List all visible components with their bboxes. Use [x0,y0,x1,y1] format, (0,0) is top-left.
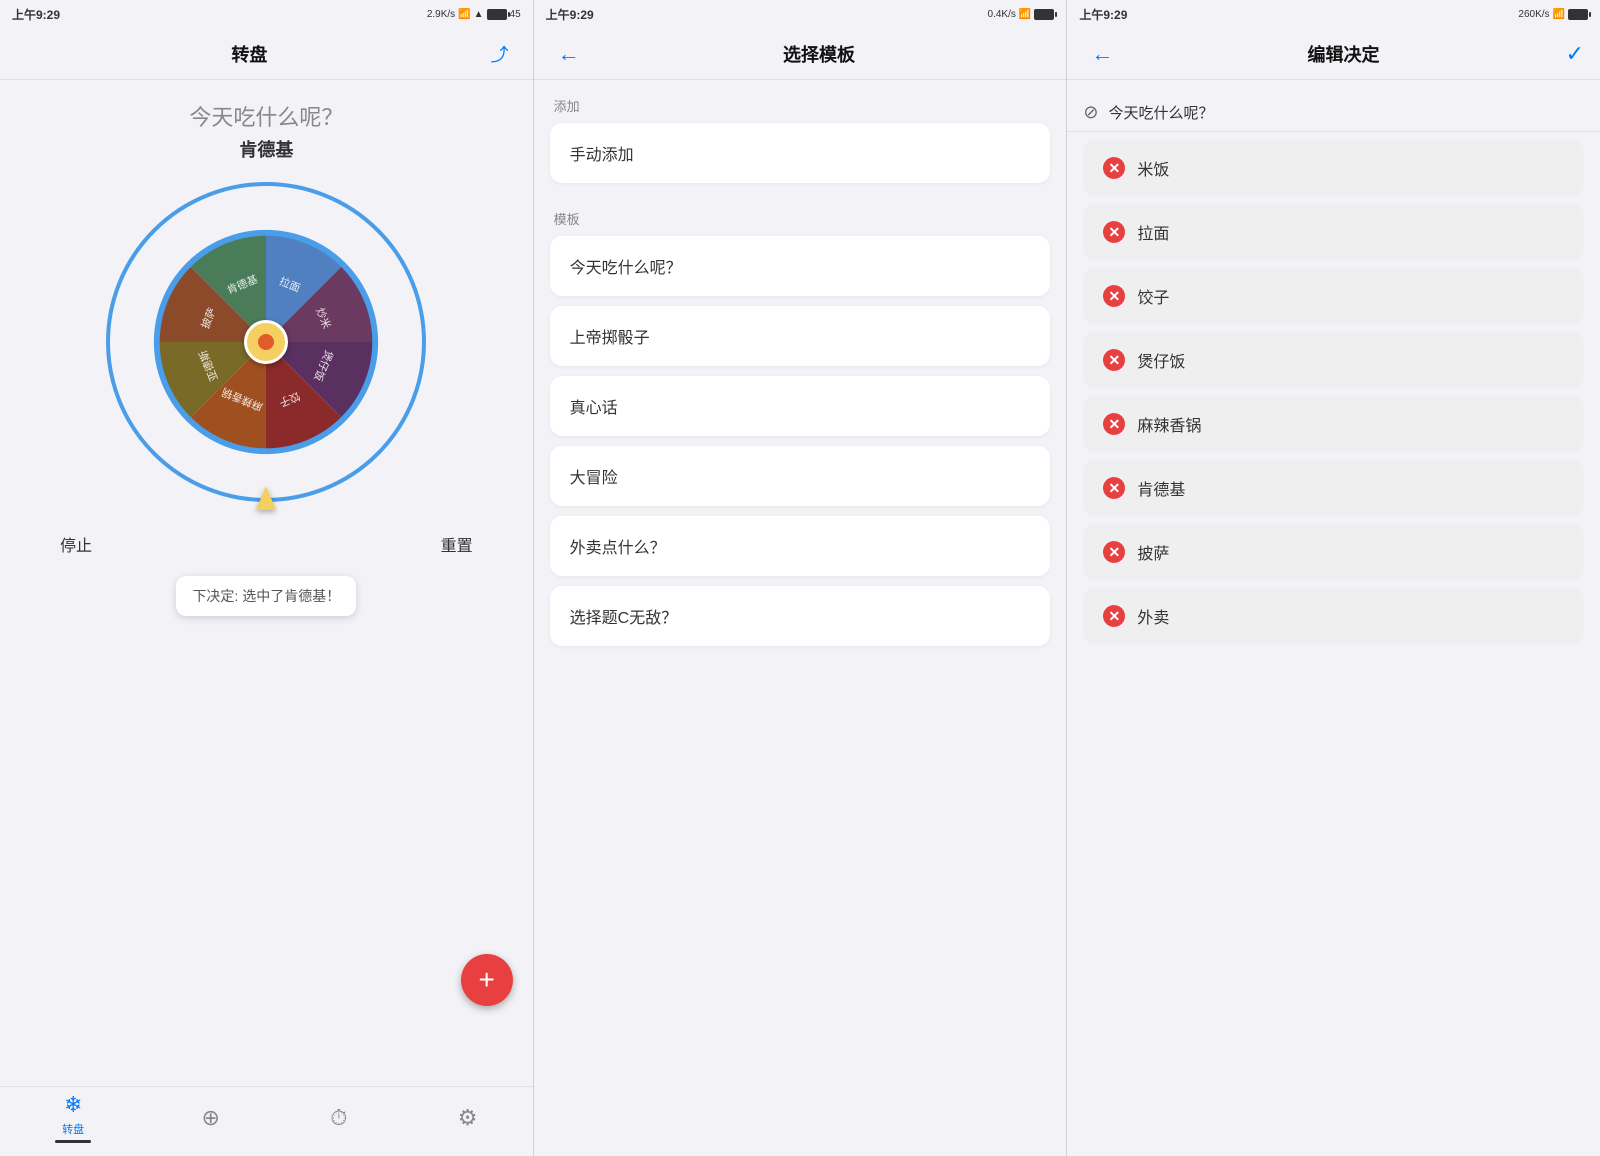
edit-item-label-1: 拉面 [1137,220,1169,244]
spinner-question: 今天吃什么呢？ [189,100,343,132]
settings-nav-icon: ⚙ [458,1105,478,1131]
remove-icon-1[interactable]: ✕ [1103,221,1125,243]
edit-header-title: 今天吃什么呢？ [1108,102,1213,123]
speed-1: 2.9K/s [427,9,455,20]
edit-item-2[interactable]: ✕ 饺子 [1083,268,1584,324]
manual-add-item[interactable]: 手动添加 [550,123,1051,183]
status-icons-2: 0.4K/s 📶 [988,9,1055,20]
status-time-2: 上午9:29 [546,6,594,23]
bookmark-icon: ⊘ [1083,102,1098,123]
edit-item-label-2: 饺子 [1137,284,1169,308]
status-bar-1: 上午9:29 2.9K/s 📶 ▲ 45 [0,0,533,28]
panel1-title: 转盘 [16,41,483,67]
nav-settings[interactable]: ⚙ [450,1101,486,1135]
nav-spinner-label: 转盘 [62,1121,84,1137]
edit-header-row: ⊘ 今天吃什么呢？ [1067,88,1600,132]
template-scroll: 添加 手动添加 模板 今天吃什么呢？ 上帝掷骰子 真心话 大冒险 外卖点什么？ … [534,80,1067,1156]
topbar-3: ← 编辑决定 ✓ [1067,28,1600,80]
spinner-area: 今天吃什么呢？ 肯德基 [0,80,533,1086]
panel-spinner: 上午9:29 2.9K/s 📶 ▲ 45 转盘 ⤴ 今天吃什么呢？ 肯德基 [0,0,534,1156]
template-item-3[interactable]: 大冒险 [550,446,1051,506]
edit-item-6[interactable]: ✕ 披萨 [1083,524,1584,580]
remove-icon-0[interactable]: ✕ [1103,157,1125,179]
status-time-1: 上午9:29 [12,6,60,23]
reset-button[interactable]: 重置 [441,532,473,556]
wheel-center[interactable] [244,320,288,364]
edit-item-label-7: 外卖 [1137,604,1169,628]
template-item-5[interactable]: 选择题C无敌？ [550,586,1051,646]
edit-item-0[interactable]: ✕ 米饭 [1083,140,1584,196]
status-icons-3: 260K/s 📶 [1518,9,1588,20]
edit-item-label-6: 披萨 [1137,540,1169,564]
signal-icon-2: 📶 [1019,9,1031,20]
nav-indicator [55,1140,91,1143]
signal-icon-3: 📶 [1553,9,1565,20]
template-item-2[interactable]: 真心话 [550,376,1051,436]
edit-item-3[interactable]: ✕ 煲仔饭 [1083,332,1584,388]
panel-edit: 上午9:29 260K/s 📶 ← 编辑决定 ✓ ⊘ 今天吃什么呢？ ✕ 米饭 [1067,0,1600,1156]
wifi-icon: ▲ [474,9,484,20]
wheel-dot [258,334,274,350]
template-label: 模板 [534,193,1067,236]
nav-history[interactable]: ⏱ [322,1101,355,1135]
edit-item-1[interactable]: ✕ 拉面 [1083,204,1584,260]
confirm-button[interactable]: ✓ [1566,41,1584,67]
topbar-2: ← 选择模板 [534,28,1067,80]
back-button-2[interactable]: ← [550,37,588,71]
template-item-1[interactable]: 上帝掷骰子 [550,306,1051,366]
edit-item-label-3: 煲仔饭 [1137,348,1185,372]
speed-3: 260K/s [1518,9,1549,20]
remove-icon-2[interactable]: ✕ [1103,285,1125,307]
battery-icon-3 [1568,9,1588,20]
edit-item-7[interactable]: ✕ 外卖 [1083,588,1584,644]
status-bar-2: 上午9:29 0.4K/s 📶 [534,0,1067,28]
speed-2: 0.4K/s [988,9,1016,20]
decision-toast: 下决定: 选中了肯德基！ [176,576,356,616]
spinner-controls: 停止 重置 [20,512,513,576]
edit-item-label-4: 麻辣香锅 [1137,412,1201,436]
template-item-4[interactable]: 外卖点什么？ [550,516,1051,576]
nav-spinner[interactable]: ❄ 转盘 [47,1088,99,1147]
share-button[interactable]: ⤴ [483,37,517,71]
panel-template: 上午9:29 0.4K/s 📶 ← 选择模板 添加 手动添加 模板 今天吃什么呢… [534,0,1068,1156]
battery-icon [487,9,507,20]
panel3-title: 编辑决定 [1121,41,1565,67]
battery-pct: 45 [510,9,521,20]
add-nav-icon: ⊕ [201,1105,219,1131]
nav-add[interactable]: ⊕ [193,1101,227,1135]
remove-icon-4[interactable]: ✕ [1103,413,1125,435]
add-label: 添加 [534,80,1067,123]
status-icons-1: 2.9K/s 📶 ▲ 45 [427,9,521,20]
remove-icon-5[interactable]: ✕ [1103,477,1125,499]
remove-icon-7[interactable]: ✕ [1103,605,1125,627]
signal-icon: 📶 [458,9,470,20]
bottom-nav: ❄ 转盘 ⊕ ⏱ ⚙ [0,1086,533,1156]
edit-item-label-5: 肯德基 [1137,476,1185,500]
edit-scroll: ⊘ 今天吃什么呢？ ✕ 米饭 ✕ 拉面 ✕ 饺子 ✕ 煲仔饭 ✕ 麻辣香锅 [1067,80,1600,1156]
battery-icon-2 [1034,9,1054,20]
history-nav-icon: ⏱ [330,1105,347,1131]
panel2-title: 选择模板 [588,41,1051,67]
spinner-result: 肯德基 [239,136,293,162]
remove-icon-3[interactable]: ✕ [1103,349,1125,371]
wheel-container[interactable]: 麻辣香锅 亚德斯 披萨 肯德基 拉面 炒米 煲仔饭 饺子 [106,182,426,502]
add-fab-button[interactable]: + [461,954,513,1006]
stop-button[interactable]: 停止 [60,532,92,556]
topbar-1: 转盘 ⤴ [0,28,533,80]
status-time-3: 上午9:29 [1079,6,1127,23]
edit-item-4[interactable]: ✕ 麻辣香锅 [1083,396,1584,452]
remove-icon-6[interactable]: ✕ [1103,541,1125,563]
edit-item-5[interactable]: ✕ 肯德基 [1083,460,1584,516]
status-bar-3: 上午9:29 260K/s 📶 [1067,0,1600,28]
edit-item-label-0: 米饭 [1137,156,1169,180]
template-item-0[interactable]: 今天吃什么呢？ [550,236,1051,296]
spinner-nav-icon: ❄ [64,1092,82,1118]
wheel-pointer [256,486,276,510]
back-button-3[interactable]: ← [1083,37,1121,71]
